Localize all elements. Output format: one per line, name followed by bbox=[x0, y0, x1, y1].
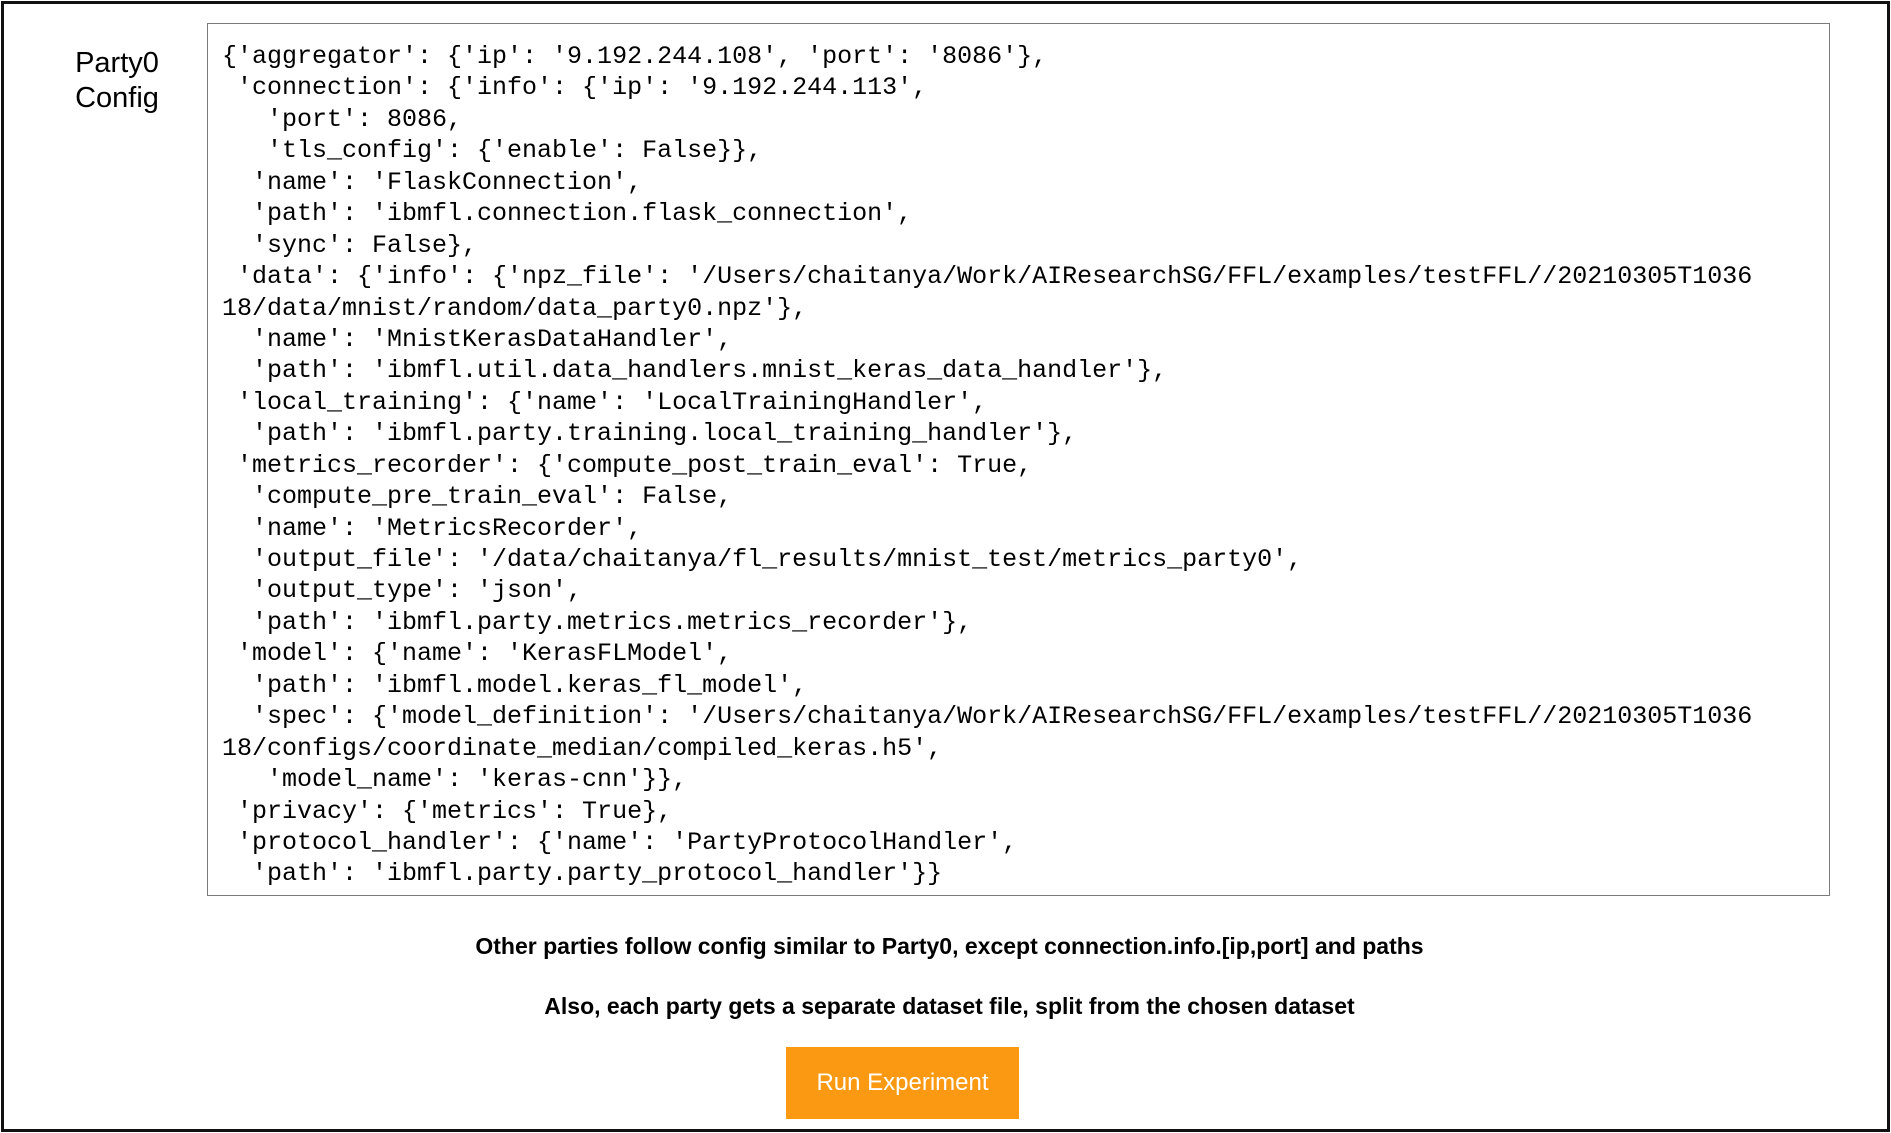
config-line: 'protocol_handler': {'name': 'PartyProto… bbox=[222, 827, 1018, 857]
config-line: 'connection': {'info': {'ip': '9.192.244… bbox=[222, 73, 928, 103]
config-line: 'path': 'ibmfl.model.keras_fl_model', bbox=[222, 670, 808, 700]
config-line: 'model_name': 'keras-cnn'}}, bbox=[222, 765, 688, 795]
config-line: 'compute_pre_train_eval': False, bbox=[222, 482, 733, 512]
main-frame: Party0 Config {'aggregator': {'ip': '9.1… bbox=[1, 1, 1890, 1132]
config-code-box: {'aggregator': {'ip': '9.192.244.108', '… bbox=[207, 23, 1830, 896]
config-line: 18/configs/coordinate_median/compiled_ke… bbox=[222, 733, 943, 763]
config-line: 18/data/mnist/random/data_party0.npz'}, bbox=[222, 293, 808, 323]
config-line: 'port': 8086, bbox=[222, 104, 463, 134]
label-line-2: Config bbox=[75, 82, 159, 114]
config-line: 'output_file': '/data/chaitanya/fl_resul… bbox=[222, 545, 1303, 574]
label-line-1: Party0 bbox=[75, 47, 159, 79]
other-parties-note: Other parties follow config similar to P… bbox=[475, 933, 1424, 959]
config-line: 'privacy': {'metrics': True}, bbox=[222, 796, 673, 826]
config-line: 'path': 'ibmfl.party.party_protocol_hand… bbox=[222, 859, 943, 889]
config-line: 'sync': False}, bbox=[222, 230, 478, 260]
config-line: 'spec': {'model_definition': '/Users/cha… bbox=[222, 702, 1753, 732]
config-line: 'name': 'MetricsRecorder', bbox=[222, 513, 643, 543]
config-line: 'path': 'ibmfl.util.data_handlers.mnist_… bbox=[222, 356, 1168, 386]
config-line: 'name': 'MnistKerasDataHandler', bbox=[222, 324, 733, 354]
config-line: 'path': 'ibmfl.party.metrics.metrics_rec… bbox=[222, 607, 973, 637]
config-line: 'path': 'ibmfl.connection.flask_connecti… bbox=[222, 199, 913, 229]
config-line: 'local_training': {'name': 'LocalTrainin… bbox=[222, 387, 988, 417]
config-line: 'path': 'ibmfl.party.training.local_trai… bbox=[222, 419, 1078, 449]
config-line: 'metrics_recorder': {'compute_post_train… bbox=[222, 450, 1033, 480]
config-line: 'model': {'name': 'KerasFLModel', bbox=[222, 639, 733, 669]
run-experiment-button[interactable]: Run Experiment bbox=[786, 1047, 1019, 1119]
config-line: {'aggregator': {'ip': '9.192.244.108', '… bbox=[222, 42, 1048, 71]
config-line: 'name': 'FlaskConnection', bbox=[222, 167, 643, 197]
dataset-split-note: Also, each party gets a separate dataset… bbox=[544, 993, 1355, 1019]
config-line: 'data': {'info': {'npz_file': '/Users/ch… bbox=[222, 262, 1753, 292]
party0-config-label: Party0 Config bbox=[62, 46, 172, 116]
config-line: 'output_type': 'json', bbox=[222, 576, 583, 606]
config-line: 'tls_config': {'enable': False}}, bbox=[222, 136, 763, 166]
